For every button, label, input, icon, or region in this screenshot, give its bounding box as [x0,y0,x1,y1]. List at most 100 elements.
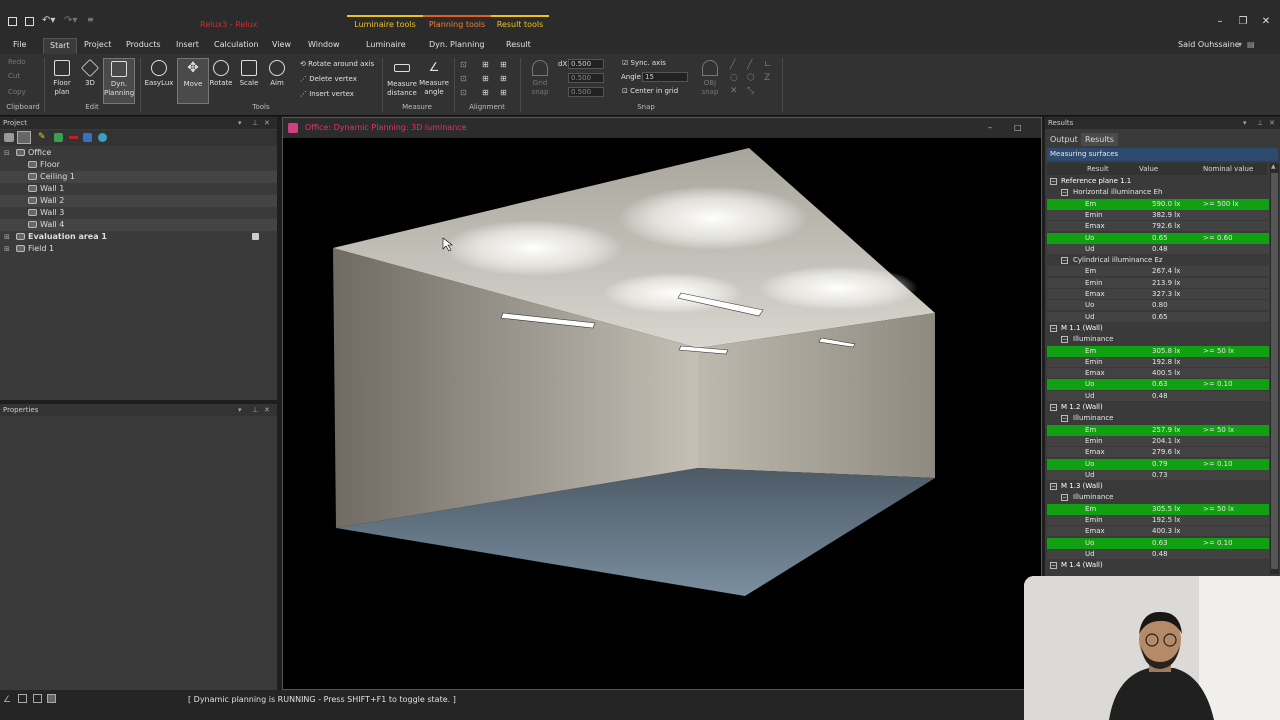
properties-close-icon[interactable]: ✕ [264,404,270,416]
redo-button[interactable]: Redo [8,58,26,66]
results-row[interactable]: Emax 400.3 lx [1047,526,1269,538]
results-row[interactable]: Ud 0.48 [1047,390,1269,402]
insert-vertex-button[interactable]: ⋰ Insert vertex [300,90,354,98]
lock-icon[interactable] [252,233,259,240]
results-row[interactable]: Emax 279.6 lx [1047,447,1269,459]
luminaire-icon[interactable]: ✎ [38,132,46,142]
view-icon[interactable] [17,131,31,144]
results-row[interactable]: − Illuminance [1047,334,1269,345]
dyn-planning-button[interactable]: Dyn. Planning [103,58,135,104]
restore-icon[interactable]: ❐ [1233,16,1253,27]
user-name[interactable]: Said Ouhssaine [1178,40,1240,49]
align-left-icon[interactable]: ⊡ [460,60,467,69]
dy-field[interactable]: 0.500 [568,73,604,83]
menu-result[interactable]: Result [506,40,531,49]
collapse-icon[interactable]: − [1061,336,1068,344]
snap-corner-icon[interactable]: ∟ [764,60,772,70]
results-row[interactable]: − Cylindrical illuminance Ez [1047,255,1269,266]
collapse-icon[interactable]: − [1050,483,1057,491]
collapse-icon[interactable]: − [1050,404,1057,411]
results-row[interactable]: Em 257.9 lx >= 50 lx [1047,424,1269,436]
results-pin-icon[interactable]: ⊥ [1257,117,1263,129]
menu-file[interactable]: File [13,40,26,49]
tree-item[interactable]: Wall 3 [0,207,277,219]
results-row[interactable]: Ud 0.48 [1047,548,1269,560]
rotate-around-axis-button[interactable]: ⟲ Rotate around axis [300,60,374,68]
layer-icon[interactable] [54,133,63,142]
results-row[interactable]: Emin 213.9 lx [1047,277,1269,289]
minimize-icon[interactable]: – [1210,16,1230,27]
results-row[interactable]: − Illuminance [1047,413,1269,424]
status-view-icon[interactable] [47,694,56,703]
measure-angle-button[interactable]: ∠ Measure angle [418,58,450,104]
menu-calculation[interactable]: Calculation [214,40,259,49]
measure-distance-button[interactable]: Measure distance [386,58,418,104]
status-grid-icon[interactable] [18,694,27,703]
ctx-tab-luminaire-tools[interactable]: Luminaire tools [347,15,423,35]
distribute-d-icon[interactable]: ⊞ [500,88,507,97]
results-row[interactable]: Emin 204.1 lx [1047,435,1269,447]
center-in-grid-checkbox[interactable]: ⊡ Center in grid [622,87,678,95]
snap-segment-icon[interactable]: ╱ [747,60,752,70]
results-row[interactable]: Ud 0.48 [1047,243,1269,255]
results-menu-icon[interactable]: ▾ [1243,117,1247,129]
results-row[interactable]: Uo 0.79 >= 0.10 [1047,458,1269,470]
results-row[interactable]: Emax 327.3 lx [1047,289,1269,300]
sync-axis-checkbox[interactable]: ☑ Sync. axis [622,59,666,67]
collapse-icon[interactable]: − [1050,178,1057,185]
menu-luminaire[interactable]: Luminaire [366,40,406,49]
results-close-icon[interactable]: ✕ [1269,117,1275,129]
menu-start[interactable]: Start [43,38,77,54]
viewport-window[interactable]: Office: Dynamic Planning: 3D luminance –… [282,117,1042,690]
snap-zigzag-icon[interactable]: Z [764,73,770,83]
results-row[interactable]: Emin 382.9 lx [1047,209,1269,221]
results-row[interactable]: Uo 0.63 >= 0.10 [1047,537,1269,549]
results-row[interactable]: − M 1.3 (Wall) [1047,481,1269,492]
menu-view[interactable]: View [272,40,291,49]
snap-circle-icon[interactable]: ○ [730,73,738,83]
results-row[interactable]: Ud 0.73 [1047,469,1269,481]
grid-snap-button[interactable]: Grid snap [524,58,556,104]
panel-pin-icon[interactable]: ⊥ [252,117,258,129]
results-row[interactable]: − M 1.1 (Wall) [1047,323,1269,334]
tree-item[interactable]: Ceiling 1 [0,171,277,183]
remove-icon[interactable] [69,136,78,139]
panel-close-icon[interactable]: ✕ [264,117,270,129]
aim-button[interactable]: Aim [261,58,293,104]
results-row[interactable]: Emax 400.5 lx [1047,368,1269,380]
collapse-icon[interactable]: − [1050,562,1057,570]
collapse-icon[interactable]: − [1061,415,1068,423]
dx-field[interactable]: 0.500 [568,59,604,69]
results-row[interactable]: Em 267.4 lx [1047,266,1269,278]
redo-icon[interactable]: ↷▾ [64,15,77,26]
snap-polygon-icon[interactable]: ⬡ [747,73,755,83]
snap-pick-icon[interactable]: ⤡ [747,86,754,96]
status-angle-icon[interactable]: ∠ [3,695,11,705]
status-layout-icon[interactable] [33,694,42,703]
align-top-icon[interactable]: ⊡ [460,74,467,83]
3d-room-render[interactable] [283,138,1041,690]
viewport-maximize-icon[interactable]: □ [1014,118,1022,138]
angle-field[interactable]: 15 [642,72,688,82]
scroll-up-icon[interactable]: ▲ [1271,163,1276,170]
menu-insert[interactable]: Insert [176,40,199,49]
undo-icon[interactable]: ↶▾ [42,15,55,26]
results-row[interactable]: Em 305.8 lx >= 50 lx [1047,345,1269,357]
user-menu-chevron-icon[interactable]: ▾ [1238,40,1242,49]
results-row[interactable]: Ud 0.65 [1047,311,1269,323]
tree-item[interactable]: ⊞ Field 1 [0,243,277,255]
collapse-icon[interactable]: − [1061,189,1068,197]
align-bottom-icon[interactable]: ⊞ [500,74,507,83]
scrollbar-thumb[interactable] [1271,173,1278,569]
snap-line-icon[interactable]: ╱ [730,60,735,70]
tab-results[interactable]: Results [1081,133,1118,146]
object-snap-button[interactable]: OBJ snap [694,58,726,104]
tree-item[interactable]: ⊞ Evaluation area 1 [0,231,277,243]
easylux-button[interactable]: EasyLux [143,58,175,104]
results-row[interactable]: Emax 792.6 lx [1047,221,1269,233]
snap-cross-icon[interactable]: ✕ [730,86,738,96]
results-row[interactable]: − M 1.4 (Wall) [1047,560,1269,571]
eye-icon[interactable] [4,133,14,142]
results-row[interactable]: − Reference plane 1.1 [1047,176,1269,187]
tree-item[interactable]: ⊟ Office [0,147,277,159]
